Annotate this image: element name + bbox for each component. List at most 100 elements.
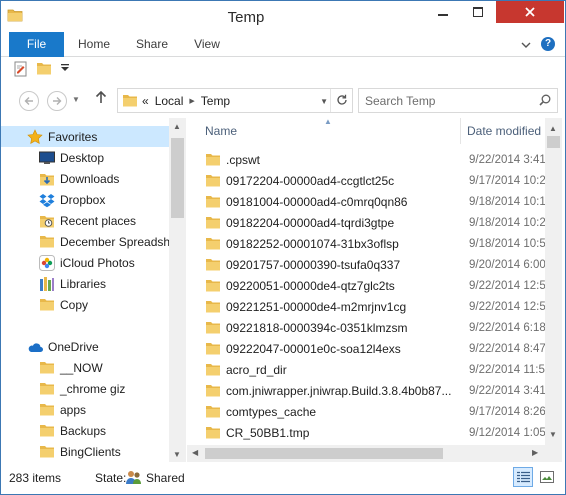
file-row[interactable]: .cpswt 9/22/2014 3:41	[205, 149, 545, 170]
nav-item-libraries[interactable]: Libraries	[1, 273, 169, 294]
file-row[interactable]: 09201757-00000390-tsufa0q337 9/20/2014 6:…	[205, 254, 545, 275]
address-dropdown-icon[interactable]: ▼	[320, 97, 328, 106]
file-row[interactable]: comtypes_cache 9/17/2014 8:26	[205, 401, 545, 422]
search-box[interactable]	[358, 88, 558, 113]
favorites-star-icon	[27, 128, 43, 145]
file-list-horizontal-scrollbar[interactable]: ◀ ▶	[187, 445, 545, 462]
close-button[interactable]	[496, 1, 564, 23]
recent-locations-dropdown-icon[interactable]: ▼	[72, 95, 80, 104]
nav-item-december-spreadsheet[interactable]: December Spreadshe	[1, 231, 169, 252]
icloud-photos-icon	[39, 254, 55, 271]
folder-icon	[39, 234, 55, 250]
file-row[interactable]: CR_50BB1.tmp 9/12/2014 1:05	[205, 422, 545, 443]
file-row[interactable]: 09181004-00000ad4-c0mrq0qn86 9/18/2014 10…	[205, 191, 545, 212]
file-date-modified: 9/20/2014 6:00	[469, 258, 545, 271]
scroll-down-icon[interactable]: ▼	[173, 450, 181, 459]
column-header-date-modified[interactable]: Date modified	[460, 118, 545, 144]
expand-ribbon-icon[interactable]	[521, 38, 531, 52]
file-row[interactable]: 09220051-00000de4-qtz7glc2ts 9/22/2014 12…	[205, 275, 545, 296]
back-button[interactable]	[19, 91, 39, 111]
file-row[interactable]: com.jniwrapper.jniwrap.Build.3.8.4b0b87.…	[205, 380, 545, 401]
file-date-modified: 9/22/2014 6:18	[469, 321, 545, 334]
nav-item-chrome-giz[interactable]: _chrome giz	[1, 378, 169, 399]
horizontal-scroll-thumb[interactable]	[205, 448, 443, 459]
details-view-button[interactable]	[513, 467, 533, 487]
column-header-name[interactable]: Name	[205, 118, 460, 144]
nav-item-label: Downloads	[60, 171, 120, 186]
nav-item-now[interactable]: __NOW	[1, 357, 169, 378]
scroll-down-icon[interactable]: ▼	[549, 430, 557, 439]
tab-view[interactable]: View	[181, 32, 233, 57]
close-icon	[525, 7, 535, 17]
scroll-up-icon[interactable]: ▲	[549, 124, 557, 133]
desktop-icon	[39, 150, 55, 166]
title-bar[interactable]: Temp	[1, 1, 565, 32]
folder-icon	[205, 173, 221, 189]
file-name: comtypes_cache	[226, 404, 317, 419]
search-icon[interactable]	[539, 94, 551, 109]
properties-icon[interactable]	[13, 61, 29, 80]
refresh-button[interactable]	[330, 89, 352, 112]
nav-item-backups[interactable]: Backups	[1, 420, 169, 441]
forward-button[interactable]	[47, 91, 67, 111]
vertical-scroll-thumb[interactable]	[547, 136, 560, 148]
folder-icon	[39, 444, 55, 460]
recent-places-icon	[39, 213, 55, 229]
tab-home[interactable]: Home	[65, 32, 123, 57]
up-button[interactable]	[95, 90, 107, 108]
file-name: acro_rd_dir	[226, 362, 287, 377]
folder-icon	[205, 215, 221, 231]
file-row[interactable]: 09172204-00000ad4-ccgtlct25c 9/17/2014 10…	[205, 170, 545, 191]
breadcrumb-temp[interactable]: Temp	[201, 94, 230, 108]
nav-scroll-thumb[interactable]	[171, 138, 184, 218]
nav-favorites[interactable]: Favorites	[1, 126, 169, 147]
folder-icon	[205, 299, 221, 315]
new-folder-icon[interactable]	[36, 61, 52, 79]
address-bar[interactable]: « Local ▶ Temp ▼	[117, 88, 353, 113]
file-row[interactable]: 09182204-00000ad4-tqrdi3gtpe 9/18/2014 10…	[205, 212, 545, 233]
nav-onedrive[interactable]: OneDrive	[1, 336, 169, 357]
scroll-left-icon[interactable]: ◀	[192, 448, 198, 457]
file-list-vertical-scrollbar[interactable]: ▲ ▼	[545, 118, 562, 445]
file-name: 09221251-00000de4-m2mrjnv1cg	[226, 299, 407, 314]
file-row[interactable]: acro_rd_dir 9/22/2014 11:5	[205, 359, 545, 380]
nav-item-bingclients[interactable]: BingClients	[1, 441, 169, 462]
file-name: 09221818-0000394c-0351klmzsm	[226, 320, 408, 335]
item-count: 283 items	[9, 471, 62, 485]
customize-toolbar-icon[interactable]	[61, 62, 69, 76]
nav-item-apps[interactable]: apps	[1, 399, 169, 420]
folder-icon	[205, 320, 221, 336]
nav-item-dropbox[interactable]: Dropbox	[1, 189, 169, 210]
file-row[interactable]: 09221251-00000de4-m2mrjnv1cg 9/22/2014 12…	[205, 296, 545, 317]
folder-icon	[205, 425, 221, 441]
search-input[interactable]	[365, 93, 530, 109]
nav-item-downloads[interactable]: Downloads	[1, 168, 169, 189]
tab-file[interactable]: File	[9, 32, 64, 57]
breadcrumb-separator-icon[interactable]: ▶	[189, 97, 194, 105]
file-list: ▲ Name Date modified .cpswt 9/22/2014 3:4…	[187, 118, 565, 462]
large-icons-view-button[interactable]	[537, 467, 557, 487]
nav-item-recent-places[interactable]: Recent places	[1, 210, 169, 231]
folder-icon	[205, 362, 221, 378]
nav-item-copy[interactable]: Copy	[1, 294, 169, 315]
explorer-window: Temp File Home Share View ? ▼ « Local ▶ …	[0, 0, 566, 495]
tab-share[interactable]: Share	[123, 32, 181, 57]
nav-scrollbar[interactable]: ▲ ▼	[169, 118, 186, 462]
file-date-modified: 9/18/2014 10:2	[469, 216, 545, 229]
folder-icon	[205, 236, 221, 252]
nav-item-desktop[interactable]: Desktop	[1, 147, 169, 168]
nav-item-label: Libraries	[60, 276, 107, 291]
scroll-right-icon[interactable]: ▶	[532, 448, 538, 457]
nav-item-icloud-photos[interactable]: iCloud Photos	[1, 252, 169, 273]
file-name: CR_50BB1.tmp	[226, 425, 310, 440]
help-icon[interactable]: ?	[541, 37, 555, 51]
minimize-button[interactable]	[426, 1, 460, 23]
file-row[interactable]: 09222047-00001e0c-soa12l4exs 9/22/2014 8:…	[205, 338, 545, 359]
breadcrumb-local[interactable]: Local	[155, 94, 184, 108]
file-row[interactable]: 09182252-00001074-31bx3oflsp 9/18/2014 10…	[205, 233, 545, 254]
scroll-up-icon[interactable]: ▲	[173, 122, 181, 131]
file-row[interactable]: 09221818-0000394c-0351klmzsm 9/22/2014 6:…	[205, 317, 545, 338]
file-date-modified: 9/22/2014 3:41	[469, 384, 545, 397]
maximize-button[interactable]	[461, 1, 495, 23]
breadcrumb-overflow[interactable]: «	[142, 94, 149, 108]
